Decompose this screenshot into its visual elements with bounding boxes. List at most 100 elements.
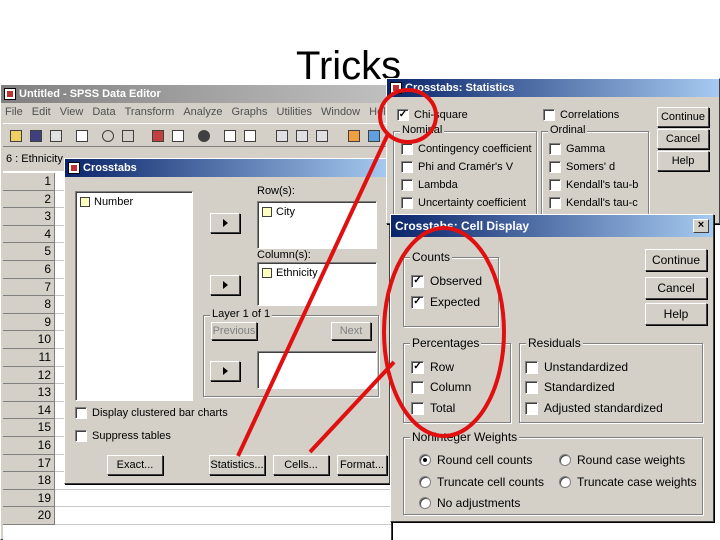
cells-button[interactable]: Cells... <box>273 455 329 475</box>
move-to-rows-button[interactable] <box>210 213 240 233</box>
weight-cases-icon[interactable] <box>293 127 311 145</box>
menu-file[interactable]: File <box>5 103 23 121</box>
rows-list[interactable]: City <box>257 201 377 249</box>
total-percent-checkbox[interactable]: Total <box>411 401 455 415</box>
open-icon[interactable] <box>7 127 25 145</box>
row-header[interactable]: 11 <box>3 349 55 367</box>
no-adjustments-radio[interactable]: No adjustments <box>419 496 520 510</box>
select-cases-icon[interactable] <box>313 127 331 145</box>
adjusted-standardized-checkbox[interactable]: Adjusted standardized <box>525 401 663 415</box>
observed-checkbox[interactable]: ✓ Observed <box>411 274 482 288</box>
truncate-cell-counts-radio[interactable]: Truncate cell counts <box>419 475 544 489</box>
checkbox-box[interactable] <box>549 197 561 209</box>
cell-display-cancel-button[interactable]: Cancel <box>645 277 707 299</box>
menu-data[interactable]: Data <box>92 103 115 121</box>
previous-button[interactable]: Previous <box>211 322 257 340</box>
checkbox-box[interactable] <box>525 401 538 415</box>
menu-utilities[interactable]: Utilities <box>277 103 312 121</box>
row-header[interactable]: 3 <box>3 208 55 226</box>
correlations-checkbox[interactable]: Correlations <box>543 109 619 121</box>
checkbox-box[interactable] <box>549 143 561 155</box>
row-header[interactable]: 7 <box>3 278 55 297</box>
menu-analyze[interactable]: Analyze <box>183 103 222 121</box>
suppress-tables-checkbox[interactable]: Suppress tables <box>75 430 171 442</box>
checkbox-box[interactable] <box>411 380 424 394</box>
chi-square-checkbox[interactable]: ✓ Chi-square <box>397 109 468 121</box>
row-header[interactable]: 16 <box>3 437 55 455</box>
list-item[interactable]: Ethnicity <box>262 267 318 279</box>
radio-dot[interactable] <box>559 476 571 488</box>
round-cell-counts-radio[interactable]: Round cell counts <box>419 453 532 467</box>
row-header[interactable]: 4 <box>3 225 55 244</box>
standardized-checkbox[interactable]: Standardized <box>525 380 615 394</box>
next-button[interactable]: Next <box>331 322 371 340</box>
column-percent-checkbox[interactable]: Column <box>411 380 471 394</box>
somers-d-checkbox[interactable]: Somers' d <box>549 161 615 173</box>
goto-chart-icon[interactable] <box>119 127 137 145</box>
checkbox-box[interactable] <box>401 143 413 155</box>
row-header[interactable]: 13 <box>3 384 55 402</box>
find-icon[interactable] <box>195 127 213 145</box>
kendall-tau-c-checkbox[interactable]: Kendall's tau-c <box>549 197 638 209</box>
row-header[interactable]: 8 <box>3 296 55 314</box>
use-sets-icon[interactable] <box>365 127 383 145</box>
layer-list[interactable] <box>257 351 377 389</box>
menu-edit[interactable]: Edit <box>32 103 51 121</box>
goto-case-icon[interactable] <box>149 127 167 145</box>
checkbox-box[interactable] <box>401 161 413 173</box>
row-percent-checkbox[interactable]: ✓ Row <box>411 360 454 374</box>
close-icon[interactable]: × <box>693 219 709 233</box>
radio-dot[interactable] <box>559 454 571 466</box>
variables-icon[interactable] <box>169 127 187 145</box>
row-header[interactable]: 9 <box>3 313 55 332</box>
insert-variable-icon[interactable] <box>241 127 259 145</box>
radio-dot[interactable] <box>419 497 431 509</box>
lambda-checkbox[interactable]: Lambda <box>401 179 458 191</box>
checkbox-box[interactable]: ✓ <box>411 274 424 288</box>
gamma-checkbox[interactable]: Gamma <box>549 143 605 155</box>
statistics-continue-button[interactable]: Continue <box>657 107 709 127</box>
row-header[interactable]: 12 <box>3 366 55 385</box>
contingency-checkbox[interactable]: Contingency coefficient <box>401 143 532 155</box>
checkbox-box[interactable] <box>401 179 413 191</box>
columns-list[interactable]: Ethnicity <box>257 262 377 306</box>
list-item[interactable]: City <box>262 206 295 218</box>
round-case-weights-radio[interactable]: Round case weights <box>559 453 685 467</box>
checkbox-box[interactable] <box>549 161 561 173</box>
save-icon[interactable] <box>27 127 45 145</box>
display-clustered-checkbox[interactable]: Display clustered bar charts <box>75 407 228 419</box>
print-icon[interactable] <box>47 127 65 145</box>
phi-cramer-checkbox[interactable]: Phi and Cramér's V <box>401 161 513 173</box>
checkbox-box[interactable] <box>549 179 561 191</box>
source-variable-list[interactable]: Number <box>75 191 193 401</box>
menu-transform[interactable]: Transform <box>125 103 175 121</box>
statistics-button[interactable]: Statistics... <box>209 455 265 475</box>
row-header[interactable]: 20 <box>3 507 55 525</box>
expected-checkbox[interactable]: ✓ Expected <box>411 295 480 309</box>
split-file-icon[interactable] <box>273 127 291 145</box>
row-header[interactable]: 18 <box>3 472 55 490</box>
checkbox-box[interactable] <box>75 407 87 419</box>
row-header[interactable]: 5 <box>3 243 55 261</box>
checkbox-box[interactable] <box>75 430 87 442</box>
radio-dot[interactable] <box>419 476 431 488</box>
move-to-layer-button[interactable] <box>210 361 240 381</box>
checkbox-box[interactable]: ✓ <box>411 295 424 309</box>
checkbox-box[interactable]: ✓ <box>411 360 424 374</box>
menu-window[interactable]: Window <box>321 103 360 121</box>
undo-icon[interactable] <box>99 127 117 145</box>
row-header[interactable]: 10 <box>3 331 55 349</box>
checkbox-box[interactable] <box>543 109 555 121</box>
unstandardized-checkbox[interactable]: Unstandardized <box>525 360 628 374</box>
format-button[interactable]: Format... <box>337 455 387 475</box>
kendall-tau-b-checkbox[interactable]: Kendall's tau-b <box>549 179 638 191</box>
checkbox-box[interactable] <box>525 380 538 394</box>
truncate-case-weights-radio[interactable]: Truncate case weights <box>559 475 697 489</box>
row-header[interactable]: 19 <box>3 489 55 508</box>
menu-view[interactable]: View <box>60 103 84 121</box>
checkbox-box[interactable]: ✓ <box>397 109 409 121</box>
list-item[interactable]: Number <box>80 196 133 208</box>
menu-graphs[interactable]: Graphs <box>231 103 267 121</box>
insert-case-icon[interactable] <box>221 127 239 145</box>
uncertainty-checkbox[interactable]: Uncertainty coefficient <box>401 197 526 209</box>
